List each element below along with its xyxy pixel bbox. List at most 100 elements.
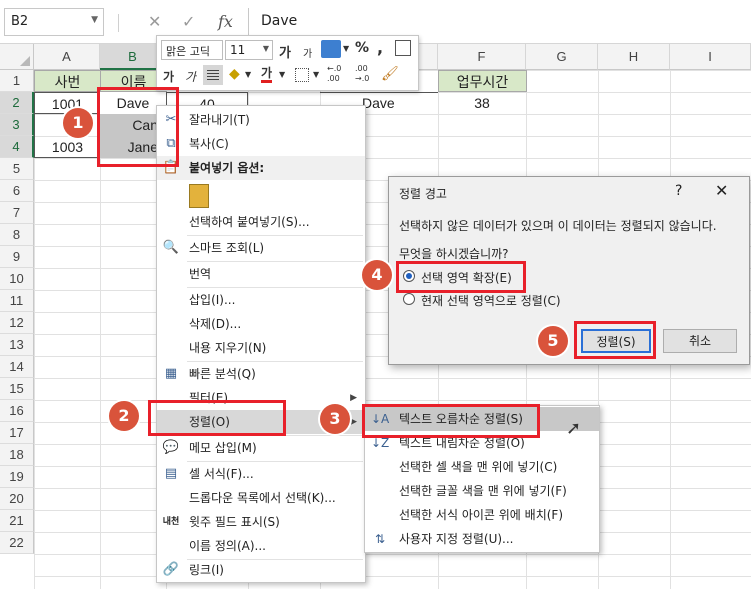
row-header-21[interactable]: 21 (0, 510, 34, 532)
column-header-f[interactable]: F (438, 44, 526, 70)
borders-icon[interactable] (295, 68, 309, 82)
align-center-icon[interactable] (203, 65, 223, 85)
divider (118, 14, 119, 32)
fill-color-icon[interactable]: ◆ (229, 66, 240, 82)
submenu-item-label: 선택한 서식 아이콘 위에 배치(F) (399, 508, 564, 522)
step-badge-5: 5 (538, 326, 568, 356)
row-header-6[interactable]: 6 (0, 180, 34, 202)
chevron-down-icon[interactable]: ▼ (343, 44, 349, 53)
chevron-down-icon[interactable]: ▼ (313, 70, 319, 79)
column-header-g[interactable]: G (526, 44, 598, 70)
cell-e2[interactable]: Dave (358, 92, 438, 114)
chevron-down-icon[interactable]: ▼ (279, 70, 285, 79)
menu-item-clear-contents[interactable]: 내용 지우기(N) (157, 336, 365, 360)
menu-item-link[interactable]: 🔗 링크(I) (157, 558, 365, 582)
submenu-item-custom-sort[interactable]: ⇅ 사용자 지정 정렬(U)... (365, 527, 599, 551)
column-header-h[interactable]: H (598, 44, 670, 70)
row-header-2[interactable]: 2 (0, 92, 34, 114)
help-button[interactable]: ? (675, 183, 682, 199)
menu-item-define-name[interactable]: 이름 정의(A)... (157, 534, 365, 558)
row-header-8[interactable]: 8 (0, 224, 34, 246)
increase-decimal-button[interactable]: ←.0 .00 (327, 64, 341, 84)
menu-item-pick-from-list[interactable]: 드롭다운 목록에서 선택(K)... (157, 486, 365, 510)
row-header-4[interactable]: 4 (0, 136, 34, 158)
submenu-item-icon-top[interactable]: 선택한 서식 아이콘 위에 배치(F) (365, 503, 599, 527)
row-header-12[interactable]: 12 (0, 312, 34, 334)
menu-item-quick-analysis[interactable]: ▦ 빠른 분석(Q) (157, 362, 365, 386)
cell-f2[interactable]: 38 (438, 92, 526, 114)
name-box[interactable]: B2 ▼ (4, 8, 104, 36)
menu-item-translate[interactable]: 번역 (157, 262, 365, 286)
formula-input[interactable]: Dave (248, 8, 751, 36)
row-header-9[interactable]: 9 (0, 246, 34, 268)
column-header-a[interactable]: A (34, 44, 100, 70)
menu-item-copy[interactable]: ⧉ 복사(C) (157, 132, 365, 156)
format-painter-icon[interactable]: 🖌 (381, 66, 399, 82)
font-size-select[interactable]: 11 ▼ (225, 40, 273, 60)
row-header-20[interactable]: 20 (0, 488, 34, 510)
font-color-button[interactable]: 가 (261, 66, 273, 83)
italic-button[interactable]: 가 (185, 68, 196, 85)
cell-a2[interactable]: 1001 (34, 92, 100, 114)
row-header-18[interactable]: 18 (0, 444, 34, 466)
cell-a4[interactable]: 1003 (34, 136, 100, 158)
submenu-item-font-color-top[interactable]: 선택한 글꼴 색을 맨 위에 넣기(F) (365, 479, 599, 503)
menu-item-smart-lookup[interactable]: 🔍 스마트 조회(L) (157, 236, 365, 260)
row-header-22[interactable]: 22 (0, 532, 34, 554)
menu-item-format-cells[interactable]: ▤ 셀 서식(F)... (157, 462, 365, 486)
close-button[interactable]: ✕ (715, 181, 728, 200)
format-painter-table-icon[interactable] (395, 40, 411, 56)
column-header-i[interactable]: I (670, 44, 751, 70)
row-header-3[interactable]: 3 (0, 114, 34, 136)
step-badge-2: 2 (109, 401, 139, 431)
menu-item-insert-comment[interactable]: 💬 메모 삽입(M) (157, 436, 365, 460)
enter-icon[interactable]: ✓ (182, 12, 195, 31)
comma-button[interactable]: , (377, 38, 383, 57)
menu-item-paste-special[interactable]: 선택하여 붙여넣기(S)... (157, 210, 365, 234)
cancel-button[interactable]: 취소 (663, 329, 737, 353)
chevron-down-icon[interactable]: ▼ (245, 70, 251, 79)
row-header-16[interactable]: 16 (0, 400, 34, 422)
row-header-14[interactable]: 14 (0, 356, 34, 378)
shrink-font-button[interactable]: 가 (303, 45, 312, 60)
menu-item-label: 잘라내기(T) (189, 113, 250, 127)
menu-item-show-phonetic[interactable]: 내천 윗주 필드 표시(S) (157, 510, 365, 534)
decrease-decimal-button[interactable]: .00 →.0 (355, 64, 369, 84)
font-name-select[interactable]: 맑은 고딕 (161, 40, 223, 60)
cell-a1[interactable]: 사번 (34, 70, 101, 92)
menu-item-cut[interactable]: ✂ 잘라내기(T) (157, 108, 365, 132)
cancel-icon[interactable]: ✕ (148, 12, 161, 31)
row-header-11[interactable]: 11 (0, 290, 34, 312)
radio-current-label[interactable]: 현재 선택 영역으로 정렬(C) (421, 292, 561, 309)
menu-item-label: 선택하여 붙여넣기(S)... (189, 215, 310, 229)
row-header-17[interactable]: 17 (0, 422, 34, 444)
percent-button[interactable]: % (355, 40, 369, 56)
row-header-15[interactable]: 15 (0, 378, 34, 400)
row-header-5[interactable]: 5 (0, 158, 34, 180)
submenu-item-label: 선택한 셀 색을 맨 위에 넣기(C) (399, 460, 558, 474)
row-header-13[interactable]: 13 (0, 334, 34, 356)
grow-font-button[interactable]: 가 (279, 42, 291, 61)
link-icon: 🔗 (162, 562, 180, 577)
font-size-value: 11 (230, 43, 246, 57)
radio-current-selection[interactable] (403, 293, 415, 305)
highlight-sort-menu (148, 400, 286, 436)
paste-option-button[interactable] (157, 180, 365, 212)
insert-function-icon[interactable]: fx (218, 12, 233, 31)
highlight-selected-range (97, 87, 179, 167)
row-header-7[interactable]: 7 (0, 202, 34, 224)
row-header-10[interactable]: 10 (0, 268, 34, 290)
cell-f1[interactable]: 업무시간 (438, 70, 527, 92)
menu-item-insert[interactable]: 삽입(I)... (157, 288, 365, 312)
select-all-corner[interactable] (0, 44, 34, 70)
cell-border (320, 92, 438, 93)
row-header-1[interactable]: 1 (0, 70, 34, 92)
bold-button[interactable]: 가 (163, 68, 174, 85)
accounting-format-icon[interactable] (321, 40, 341, 58)
row-header-19[interactable]: 19 (0, 466, 34, 488)
chevron-down-icon[interactable]: ▼ (91, 15, 98, 25)
custom-sort-icon: ⇅ (374, 532, 386, 546)
mouse-cursor-icon: ➚ (566, 418, 582, 439)
menu-item-delete[interactable]: 삭제(D)... (157, 312, 365, 336)
submenu-item-cell-color-top[interactable]: 선택한 셀 색을 맨 위에 넣기(C) (365, 455, 599, 479)
